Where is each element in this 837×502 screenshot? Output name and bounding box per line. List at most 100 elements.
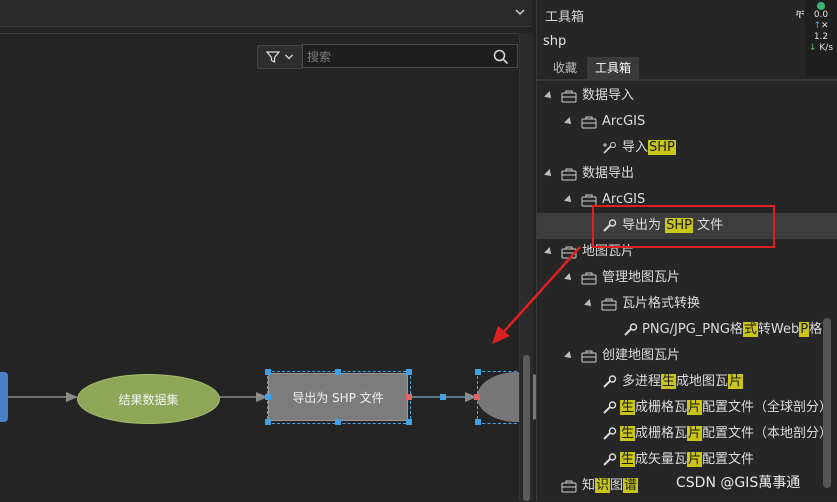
link-midpoint[interactable]	[440, 394, 446, 400]
toolbox-icon	[601, 298, 617, 311]
expand-icon[interactable]	[564, 351, 574, 361]
tree-item-data-import[interactable]: 数据导入	[537, 83, 837, 109]
wrench-icon	[624, 323, 638, 336]
tree-item-label: 生成矢量瓦片配置文件	[620, 452, 755, 467]
tree-item-map-tiles[interactable]: 地图瓦片	[537, 239, 837, 265]
tab-favorites[interactable]: 收藏	[545, 57, 585, 79]
tree-item-label: 生成栅格瓦片配置文件（本地剖分）	[620, 426, 833, 441]
tree-item-label: 管理地图瓦片	[602, 270, 681, 285]
watermark: CSDN @GIS萬事通	[676, 475, 801, 491]
result-dataset-node[interactable]: 结果数据集	[77, 374, 220, 424]
tree-item-label: 知识图谱	[582, 478, 639, 493]
toolbox-icon	[581, 272, 597, 285]
tree-item-label: 数据导出	[582, 166, 635, 181]
chevron-down-icon[interactable]	[514, 6, 526, 18]
tree-item-label: 生成栅格瓦片配置文件（全球剖分）	[620, 400, 833, 415]
tree-item-label: 地图瓦片	[582, 244, 635, 259]
resize-handle[interactable]	[265, 419, 271, 425]
tree-item-label: 数据导入	[582, 88, 635, 103]
input-port[interactable]	[474, 394, 480, 400]
tree-item-arcgis-export[interactable]: ArcGIS	[537, 187, 837, 213]
tree-item-multiprocess-tiles[interactable]: 多进程生成地图瓦片	[537, 369, 837, 395]
tree-item-import-shp[interactable]: 导入SHP	[537, 135, 837, 161]
filter-icon	[266, 51, 280, 63]
tab-toolbox[interactable]: 工具箱	[587, 57, 640, 79]
panel-title: 工具箱	[545, 10, 585, 25]
tree-item-label: 导入SHP	[622, 140, 676, 155]
resize-handle[interactable]	[406, 369, 412, 375]
tree-item-manage-tiles[interactable]: 管理地图瓦片	[537, 265, 837, 291]
resize-handle[interactable]	[265, 394, 271, 400]
net-top-value: 0.0	[813, 10, 829, 20]
tree-item-label: 瓦片格式转换	[622, 296, 701, 311]
toolbox-icon	[561, 480, 577, 493]
resize-handle[interactable]	[265, 369, 271, 375]
script-tool-icon	[603, 142, 616, 154]
download-arrow-icon: ↓	[808, 43, 817, 53]
resize-handle[interactable]	[335, 419, 341, 425]
toolbox-icon	[561, 168, 577, 181]
resize-handle[interactable]	[475, 369, 481, 375]
filter-button[interactable]	[257, 45, 303, 69]
expand-icon[interactable]	[544, 91, 554, 101]
tree-item-label: PNG/JPG_PNG格式转WebP格	[642, 322, 823, 337]
canvas-search[interactable]	[302, 44, 518, 68]
scrollbar-thumb[interactable]	[523, 355, 530, 501]
close-icon: ✕	[821, 21, 829, 31]
wrench-icon	[603, 401, 617, 414]
toolbox-tree: 数据导入 ArcGIS 导入SHP 数据导出 ArcGIS 导出为 SHP 文件…	[537, 82, 837, 501]
panel-tabs: 收藏 工具箱	[537, 57, 837, 81]
tree-item-create-tiles[interactable]: 创建地图瓦片	[537, 343, 837, 369]
tree-item-data-export[interactable]: 数据导出	[537, 161, 837, 187]
toolbox-icon	[561, 90, 577, 103]
tree-item-export-shp[interactable]: 导出为 SHP 文件	[537, 213, 837, 239]
network-speed-widget: 0.0 ↑✕ 1.2 ↓ K/s	[805, 0, 837, 78]
toolbox-icon	[581, 350, 597, 363]
expand-icon[interactable]	[544, 169, 554, 179]
toolbox-icon	[581, 194, 597, 207]
tree-item-label: ArcGIS	[602, 114, 646, 129]
resize-handle[interactable]	[335, 369, 341, 375]
tree-item-label: 创建地图瓦片	[602, 348, 681, 363]
tree-item-raster-global[interactable]: 生成栅格瓦片配置文件（全球剖分）	[537, 395, 837, 421]
export-shp-node[interactable]: 导出为 SHP 文件	[268, 373, 408, 421]
tree-item-arcgis-import[interactable]: ArcGIS	[537, 109, 837, 135]
resize-handle[interactable]	[406, 419, 412, 425]
toolbox-icon	[561, 246, 577, 259]
search-icon[interactable]	[493, 49, 509, 65]
upload-arrow-icon: ↑	[813, 21, 821, 31]
net-unit: K/s	[819, 43, 834, 53]
status-dot	[817, 2, 825, 10]
expand-icon[interactable]	[564, 195, 574, 205]
model-canvas[interactable]: 结果数据集 导出为 SHP 文件	[0, 0, 557, 502]
tree-item-raster-local[interactable]: 生成栅格瓦片配置文件（本地剖分）	[537, 421, 837, 447]
search-input[interactable]	[305, 47, 489, 67]
tree-item-label: 多进程生成地图瓦片	[622, 374, 744, 389]
tree-item-png-to-webp[interactable]: PNG/JPG_PNG格式转WebP格	[537, 317, 837, 343]
toolbox-search-value[interactable]: shp	[543, 34, 566, 49]
result-dataset-label: 结果数据集	[118, 392, 179, 407]
canvas-area[interactable]	[0, 33, 532, 502]
tree-item-label: 导出为 SHP 文件	[622, 218, 724, 233]
tree-item-label: ArcGIS	[602, 192, 646, 207]
tree-scrollbar-thumb[interactable]	[823, 318, 831, 488]
tree-item-tile-format[interactable]: 瓦片格式转换	[537, 291, 837, 317]
tree-item-vector-tiles[interactable]: 生成矢量瓦片配置文件	[537, 447, 837, 473]
wrench-icon	[603, 453, 617, 466]
toolbox-search[interactable]: shp	[537, 30, 837, 54]
expand-icon[interactable]	[584, 299, 594, 309]
canvas-header-bar	[0, 0, 532, 27]
pin-icon[interactable]: ቸ	[796, 7, 804, 22]
output-port[interactable]	[406, 394, 412, 400]
canvas-scrollbar[interactable]	[519, 33, 533, 501]
wrench-icon	[603, 219, 617, 232]
expand-icon[interactable]	[544, 247, 554, 257]
expand-icon[interactable]	[564, 273, 574, 283]
wrench-icon	[603, 427, 617, 440]
net-up-value: 1.2	[813, 32, 829, 42]
resize-handle[interactable]	[475, 419, 481, 425]
output-selection-outline	[477, 371, 522, 424]
expand-icon[interactable]	[564, 117, 574, 127]
wrench-icon	[603, 375, 617, 388]
input-node[interactable]	[0, 372, 8, 422]
